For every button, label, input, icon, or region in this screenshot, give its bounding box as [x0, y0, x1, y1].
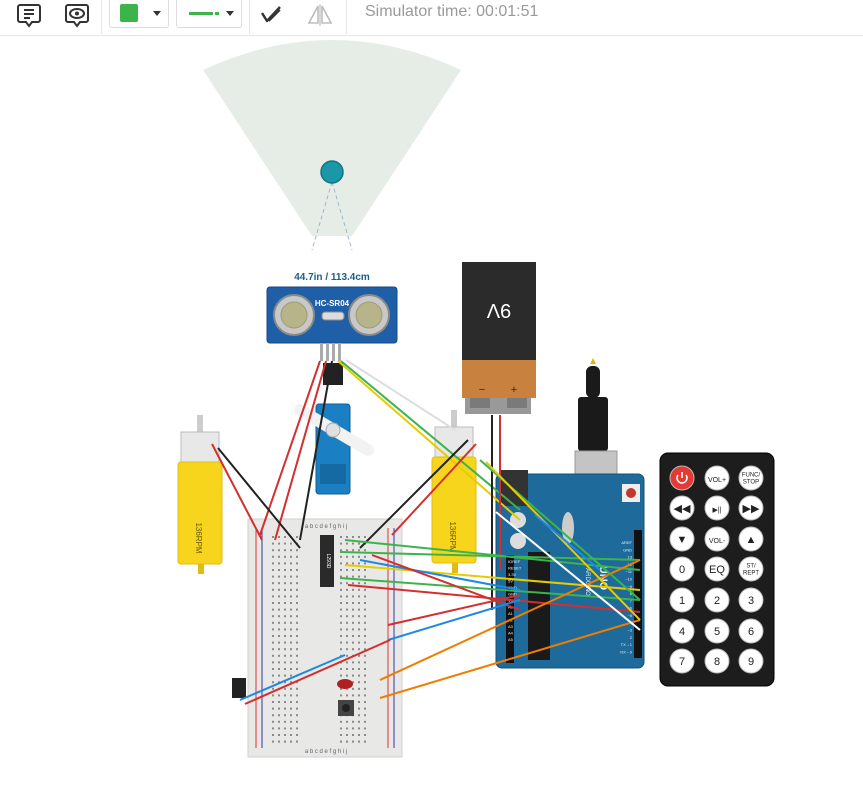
breadboard-bottom-letters: a b c d e f g h i j	[305, 749, 347, 755]
remote-button-label: ▶||	[712, 507, 721, 514]
color-swatch	[120, 4, 138, 22]
toolbar-divider	[346, 0, 347, 34]
arduino-brand: ARDUINO	[584, 568, 590, 596]
battery-minus-label: −	[479, 384, 485, 396]
breadboard[interactable]: a b c d e f g h i j a b c d e f g h i j …	[232, 518, 403, 758]
remote-button-label: REPT	[743, 571, 759, 577]
remote-button-label: 5	[714, 626, 720, 638]
toolbar: Simulator time: 00:01:51	[0, 0, 863, 36]
toolbar-divider	[101, 0, 102, 34]
remote-button-label: 2	[714, 595, 720, 607]
distance-readout: 44.7in / 113.4cm	[294, 272, 370, 283]
line-style-icon	[189, 12, 213, 15]
arduino-pin-label: A1	[508, 611, 514, 616]
notes-button[interactable]	[14, 0, 44, 30]
battery-label: 9V	[486, 299, 511, 321]
remote-button-label: 0	[679, 564, 685, 576]
eye-icon	[65, 4, 89, 28]
circuit-canvas[interactable]: 44.7in / 113.4cm HC-SR04 9V − + 136RPM 1…	[0, 36, 863, 788]
ultrasonic-sensor[interactable]: HC-SR04	[266, 286, 398, 361]
remote-button-label: 8	[714, 656, 720, 668]
arduino-pin-label: IOREF	[508, 559, 521, 564]
arduino-pin-label: TX→1	[621, 642, 633, 647]
remote-button-label: FUNC/	[742, 473, 761, 479]
battery-9v[interactable]: 9V − +	[462, 262, 536, 414]
circuit-svg: 44.7in / 113.4cm HC-SR04 9V − + 136RPM 1…	[177, 40, 775, 758]
sensor-field-cone	[203, 40, 461, 236]
annotate-button[interactable]	[257, 0, 285, 30]
notes-icon	[17, 4, 41, 28]
battery-plus-label: +	[511, 384, 517, 396]
remote-button-label: 3	[748, 595, 754, 607]
toolbar-divider	[249, 0, 250, 34]
flip-icon	[307, 4, 333, 26]
sensor-target-object[interactable]	[320, 160, 344, 184]
remote-button-label: VOL-	[709, 538, 726, 545]
arduino-pin-label: A3	[508, 624, 514, 629]
remote-button-label: ▶▶	[743, 503, 760, 515]
view-button[interactable]	[62, 0, 92, 30]
sensor-label: HC-SR04	[315, 299, 350, 308]
driver-chip-label: L293D	[325, 554, 331, 569]
remote-button-label: 4	[679, 626, 685, 638]
gear-motor-left[interactable]: 136RPM	[177, 415, 223, 574]
simulator-time: Simulator time: 00:01:51	[365, 3, 539, 20]
remote-button-label: ▲	[746, 534, 757, 546]
remote-button-label: 7	[679, 656, 685, 668]
remote-button-label: ◀◀	[674, 503, 691, 515]
arduino-pin-label: A5	[508, 637, 514, 642]
arduino-pin-label: A4	[508, 631, 514, 636]
remote-button-label: ▼	[677, 534, 688, 546]
motor-left-label: 136RPM	[194, 522, 203, 553]
remote-button-label: 9	[748, 656, 754, 668]
arduino-pin-label: ~3	[627, 628, 632, 633]
remote-button-label: VOL+	[708, 477, 726, 484]
line-style-dropdown[interactable]	[176, 0, 242, 28]
remote-button-label: 1	[679, 595, 685, 607]
arduino-pin-label: 3.3V	[508, 572, 517, 577]
arduino-pin-label: AREF	[621, 540, 632, 545]
ir-remote[interactable]: VOL+ FUNC/STOP ◀◀ ▶|| ▶▶ ▼ VOL- ▲ 0 EQ ST/REPT 1 2 3 4…	[659, 452, 775, 687]
arduino-pin-label: RX←0	[620, 650, 633, 655]
led[interactable]	[337, 679, 353, 689]
flip-button[interactable]	[305, 0, 335, 30]
arduino-pin-label: GND	[623, 547, 632, 552]
arduino-pin-label: ~5	[627, 613, 632, 618]
remote-button-label: STOP	[743, 480, 759, 486]
color-dropdown[interactable]	[109, 0, 169, 28]
chevron-down-icon	[226, 11, 234, 16]
motor-right-label: 136RPM	[448, 521, 457, 552]
remote-button-label: ST/	[746, 564, 756, 570]
chevron-down-icon	[153, 11, 161, 16]
pen-check-icon	[260, 6, 281, 23]
arduino-pin-label: ~10	[625, 577, 633, 582]
arduino-pin-label: RESET	[508, 566, 522, 571]
servo-motor[interactable]	[294, 363, 374, 495]
ir-receiver[interactable]	[232, 678, 246, 698]
line-style-dash	[215, 12, 219, 15]
breadboard-top-letters: a b c d e f g h i j	[305, 524, 347, 530]
remote-button-label: EQ	[709, 564, 725, 576]
remote-button-label: 6	[748, 626, 754, 638]
